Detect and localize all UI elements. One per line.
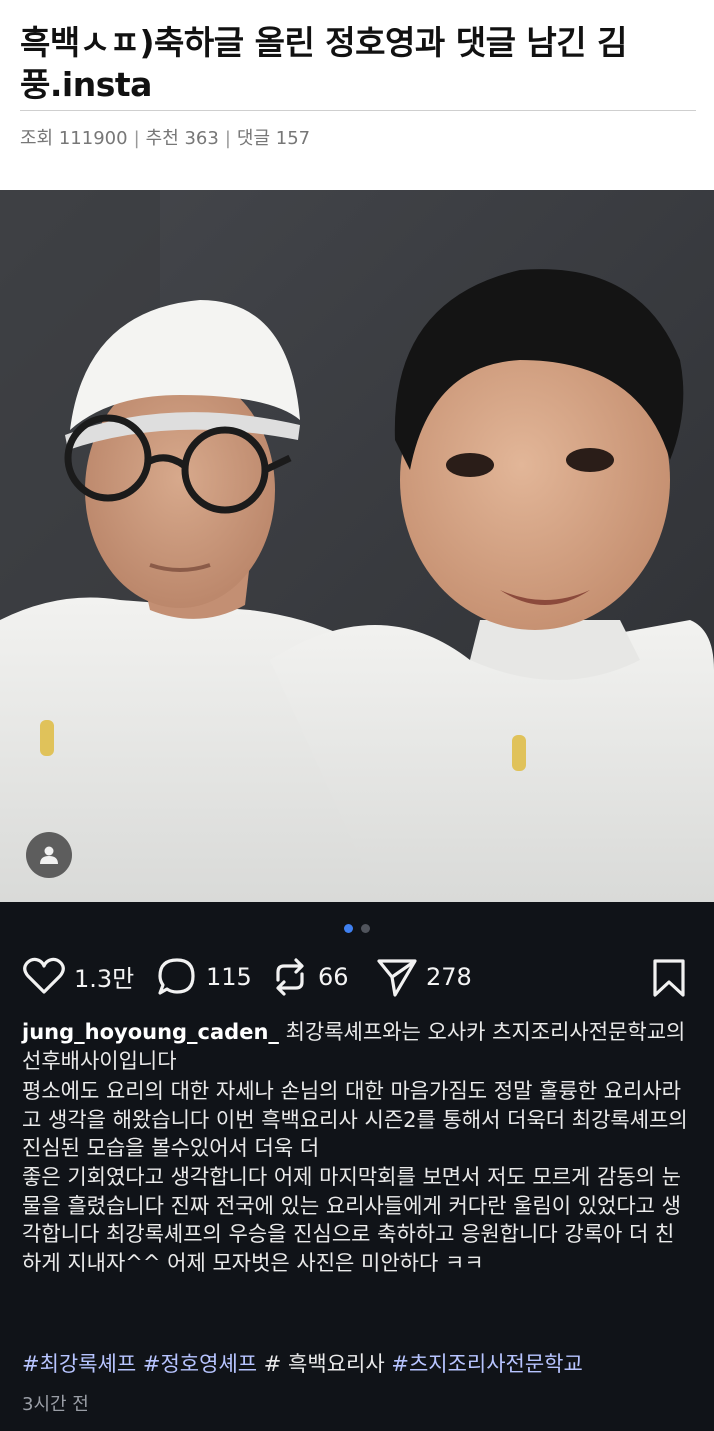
post-title: 흑백ㅅㅍ)축하글 올린 정호영과 댓글 남긴 김풍.insta (20, 23, 628, 104)
photo-illustration (0, 190, 714, 902)
share-count: 278 (426, 963, 472, 991)
instagram-post-panel: 1.3만 115 66 278 jung_hoyoung_caden_ 최강록셰… (0, 902, 714, 1431)
comment-count[interactable]: 댓글 157 (237, 128, 310, 149)
post-stats: 조회 111900 | 추천 363 | 댓글 157 (20, 124, 310, 150)
carousel-dot[interactable] (361, 924, 370, 933)
repost-count: 66 (318, 963, 349, 991)
stats-separator: | (133, 128, 140, 149)
carousel-indicator[interactable] (0, 924, 714, 933)
user-tag-icon (40, 846, 58, 864)
like-button[interactable]: 1.3만 (22, 956, 134, 996)
hashtag-plain: # 흑백요리사 (263, 1352, 385, 1376)
share-button[interactable]: 278 (376, 956, 472, 998)
user-tag-button[interactable] (26, 832, 72, 878)
send-icon (377, 959, 417, 997)
hashtag-list: #최강록셰프 #정호영셰프 # 흑백요리사 #츠지조리사전문학교 (22, 1348, 583, 1378)
like-count: 1.3만 (74, 964, 135, 993)
action-bar: 1.3만 115 66 278 (22, 956, 692, 1000)
post-caption: jung_hoyoung_caden_ 최강록셰프와는 오사카 츠지조리사전문학… (22, 1018, 690, 1277)
hashtag-1[interactable]: #최강록셰프 (22, 1352, 136, 1376)
recommend-count[interactable]: 추천 363 (146, 128, 219, 149)
caption-paragraph-2: 평소에도 요리의 대한 자세나 손님의 대한 마음가짐도 정말 훌륭한 요리사라… (22, 1079, 688, 1161)
heart-icon (23, 957, 65, 994)
hashtag-3[interactable]: #츠지조리사전문학교 (391, 1352, 582, 1376)
bookmark-button[interactable] (652, 958, 686, 1002)
stats-separator: | (224, 128, 231, 149)
post-header: 흑백ㅅㅍ)축하글 올린 정호영과 댓글 남긴 김풍.insta 조회 11190… (0, 0, 714, 190)
caption-paragraph-3: 좋은 기회였다고 생각합니다 어제 마지막회를 보면서 저도 모르게 감동의 눈… (22, 1164, 681, 1275)
repost-icon (276, 958, 304, 996)
carousel-dot-active[interactable] (344, 924, 353, 933)
bookmark-icon (653, 959, 685, 997)
caption-username[interactable]: jung_hoyoung_caden_ (22, 1020, 279, 1044)
comment-button[interactable]: 115 (156, 956, 252, 998)
title-divider (20, 110, 696, 111)
view-count: 조회 111900 (20, 128, 128, 149)
post-timestamp: 3시간 전 (22, 1394, 89, 1415)
comment-count-insta: 115 (206, 963, 252, 991)
comment-bubble-icon (158, 958, 195, 995)
post-photo[interactable] (0, 190, 714, 902)
hashtag-2[interactable]: #정호영셰프 (143, 1352, 257, 1376)
left-person-face (85, 372, 275, 608)
repost-button[interactable]: 66 (270, 956, 349, 998)
